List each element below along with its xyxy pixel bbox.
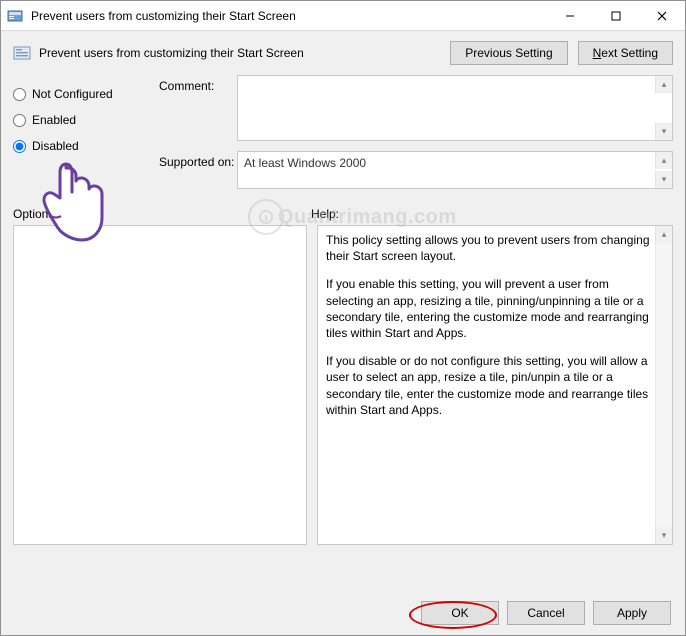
supported-value: At least Windows 2000 (238, 152, 654, 188)
help-paragraph: If you disable or do not configure this … (326, 353, 650, 418)
radio-disabled-label: Disabled (32, 139, 79, 153)
window-controls (547, 1, 685, 31)
nav-buttons: Previous Setting Next Setting (450, 41, 673, 65)
footer: OK Cancel Apply (1, 591, 685, 635)
radio-not-configured-label: Not Configured (32, 87, 113, 101)
close-button[interactable] (639, 1, 685, 31)
pane-labels: Options: Help: (1, 205, 685, 225)
radio-enabled-label: Enabled (32, 113, 76, 127)
fields: Comment: ▴ ▾ Supported on: At least Wind… (159, 75, 673, 199)
header-left: Prevent users from customizing their Sta… (13, 44, 304, 62)
help-paragraph: This policy setting allows you to preven… (326, 232, 650, 264)
radio-disabled-row[interactable]: Disabled (13, 133, 149, 159)
cancel-button[interactable]: Cancel (507, 601, 585, 625)
scroll-down-icon[interactable]: ▾ (655, 527, 672, 544)
radio-not-configured-row[interactable]: Not Configured (13, 81, 149, 107)
close-icon (657, 11, 667, 21)
next-setting-button[interactable]: Next Setting (578, 41, 673, 65)
next-setting-rest: ext Setting (601, 46, 658, 60)
minimize-icon (565, 11, 575, 21)
header-row: Prevent users from customizing their Sta… (1, 31, 685, 75)
help-label: Help: (311, 207, 339, 221)
minimize-button[interactable] (547, 1, 593, 31)
supported-box: At least Windows 2000 ▴ ▾ (237, 151, 673, 189)
app-icon (7, 8, 23, 24)
gpedit-policy-window: Prevent users from customizing their Sta… (0, 0, 686, 636)
window-title: Prevent users from customizing their Sta… (31, 9, 547, 23)
supported-label: Supported on: (159, 151, 237, 189)
scroll-up-icon[interactable]: ▴ (655, 152, 672, 169)
ok-button[interactable]: OK (421, 601, 499, 625)
help-scrollbar[interactable]: ▴ ▾ (655, 226, 672, 544)
radio-not-configured[interactable] (13, 88, 26, 101)
panes: This policy setting allows you to preven… (1, 225, 685, 591)
scroll-up-icon[interactable]: ▴ (655, 226, 672, 243)
help-paragraph: If you enable this setting, you will pre… (326, 276, 650, 341)
maximize-button[interactable] (593, 1, 639, 31)
radio-enabled[interactable] (13, 114, 26, 127)
options-pane (13, 225, 307, 545)
apply-button[interactable]: Apply (593, 601, 671, 625)
maximize-icon (611, 11, 621, 21)
policy-icon (13, 44, 31, 62)
comment-box: ▴ ▾ (237, 75, 673, 141)
titlebar: Prevent users from customizing their Sta… (1, 1, 685, 31)
scroll-down-icon[interactable]: ▾ (655, 123, 672, 140)
config-area: Not Configured Enabled Disabled Comment:… (1, 75, 685, 205)
comment-input[interactable] (238, 76, 654, 140)
radio-enabled-row[interactable]: Enabled (13, 107, 149, 133)
radio-disabled[interactable] (13, 140, 26, 153)
comment-row: Comment: ▴ ▾ (159, 75, 673, 141)
comment-label: Comment: (159, 75, 237, 141)
options-label: Options: (13, 207, 311, 221)
state-radios: Not Configured Enabled Disabled (13, 75, 149, 199)
scroll-down-icon[interactable]: ▾ (655, 171, 672, 188)
scroll-up-icon[interactable]: ▴ (655, 76, 672, 93)
help-pane: This policy setting allows you to preven… (317, 225, 673, 545)
next-setting-mnemonic: N (593, 46, 602, 60)
supported-row: Supported on: At least Windows 2000 ▴ ▾ (159, 151, 673, 189)
policy-title: Prevent users from customizing their Sta… (39, 46, 304, 60)
previous-setting-button[interactable]: Previous Setting (450, 41, 567, 65)
